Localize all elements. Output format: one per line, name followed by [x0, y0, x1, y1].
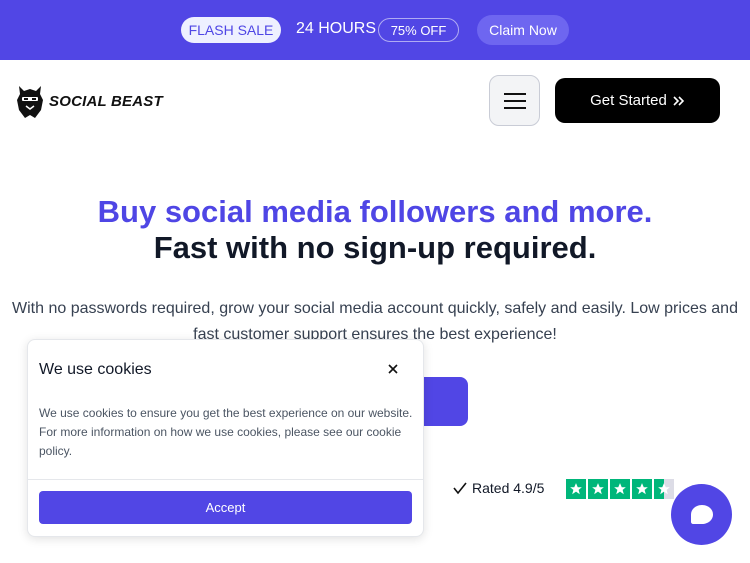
chat-widget-button[interactable] — [671, 484, 732, 545]
chat-bubble-icon — [690, 504, 713, 524]
accept-cookies-button[interactable]: Accept — [39, 491, 412, 524]
flash-sale-bar: FLASH SALE 24 HOURS 75% OFF Claim Now — [0, 0, 750, 60]
hamburger-menu-icon — [503, 92, 526, 109]
discount-badge: 75% OFF — [378, 18, 459, 42]
double-chevron-right-icon — [673, 95, 684, 106]
cookie-body: We use cookies to ensure you get the bes… — [39, 406, 413, 458]
star-icon — [588, 479, 608, 499]
star-icon — [610, 479, 630, 499]
rating-label: Rated 4.9/5 — [472, 480, 545, 496]
brand-logo[interactable]: SOCIAL BEAST — [15, 82, 163, 120]
get-started-label: Get Started — [590, 92, 667, 109]
divider — [28, 479, 423, 480]
sale-duration: 24 HOURS — [296, 20, 377, 37]
half-star-icon — [654, 479, 674, 499]
star-icon — [632, 479, 652, 499]
beast-logo-icon — [17, 86, 43, 118]
rating-summary: Rated 4.9/5 — [453, 480, 544, 496]
get-started-button[interactable]: Get Started — [555, 78, 720, 123]
close-button[interactable] — [384, 360, 402, 378]
star-icon — [566, 479, 586, 499]
brand-name: SOCIAL BEAST — [49, 92, 163, 110]
flash-sale-badge: FLASH SALE — [181, 17, 281, 43]
hero-headline-main: Fast with no sign-up required. — [153, 230, 597, 265]
claim-now-button[interactable]: Claim Now — [477, 15, 569, 45]
cookie-consent-dialog: We use cookies We use cookies to ensure … — [27, 339, 424, 537]
close-icon — [388, 364, 398, 374]
menu-button[interactable] — [489, 75, 540, 126]
trustpilot-stars — [566, 479, 674, 499]
cookie-title: We use cookies — [39, 361, 152, 378]
hero-headline-accent: Buy social media followers and more. — [97, 194, 653, 229]
checkmark-icon — [453, 482, 467, 495]
